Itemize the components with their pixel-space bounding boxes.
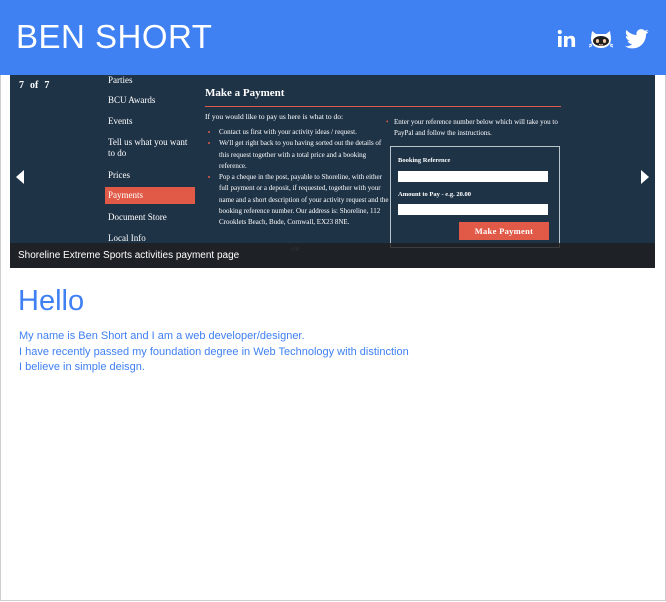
slide-sidebar-item: BCU Awards — [108, 95, 156, 105]
slide-sidebar-item: to do — [108, 148, 127, 158]
make-payment-button: Make Payment — [459, 222, 549, 240]
intro-line: I have recently passed my foundation deg… — [19, 345, 409, 358]
slide-bullets: Contact us first with your activity idea… — [207, 127, 389, 229]
slide-right-note: Enter your reference number below which … — [386, 117, 570, 139]
project-carousel: 7 of 7 Parties BCU Awards Events Tell us w… — [10, 75, 655, 268]
twitter-bird-icon — [625, 29, 649, 49]
intro-line: My name is Ben Short and I am a web deve… — [19, 330, 305, 342]
booking-reference-input — [398, 171, 548, 182]
site-brand[interactable]: BEN SHORT — [16, 18, 212, 56]
slide-title: Make a Payment — [205, 87, 285, 99]
slide-counter: 7 of 7 — [19, 80, 55, 91]
intro-text: My name is Ben Short and I am a web deve… — [19, 329, 409, 376]
linkedin-icon — [557, 29, 576, 47]
slide-intro: If you would like to pay us here is what… — [205, 112, 344, 121]
booking-reference-label: Booking Reference — [398, 157, 451, 164]
slide-counter-current: 7 — [19, 80, 24, 91]
slide-bullet: Contact us first with your activity idea… — [219, 127, 389, 138]
site-header: BEN SHORT — [0, 0, 666, 75]
github-link[interactable] — [589, 28, 613, 50]
slide-sidebar-item: Tell us what you want — [108, 137, 188, 147]
social-links — [557, 26, 649, 52]
carousel-prev-arrow-icon[interactable] — [16, 170, 24, 184]
slide-counter-of: of — [30, 80, 39, 91]
slide-sidebar-item-active: Payments — [105, 187, 195, 204]
slide-sidebar-item: Prices — [108, 170, 130, 180]
slide-bullet: We'll get right back to you having sorte… — [219, 138, 389, 172]
twitter-link[interactable] — [625, 29, 649, 49]
intro-heading: Hello — [18, 285, 85, 317]
github-octocat-icon — [589, 31, 613, 48]
slide-counter-total: 7 — [44, 80, 50, 91]
slide-payment-form: Booking Reference Amount to Pay - e.g. 2… — [390, 146, 560, 248]
carousel-caption: Shoreline Extreme Sports activities paym… — [10, 243, 655, 268]
slide-sidebar-item: Parties — [108, 75, 133, 85]
intro-line: I believe in simple deisgn. — [19, 361, 145, 373]
amount-label: Amount to Pay - e.g. 20.00 — [398, 191, 471, 198]
linkedin-link[interactable] — [557, 29, 577, 49]
slide-bullet: Pop a cheque in the post, payable to Sho… — [219, 172, 389, 228]
slide-sidebar-item: Document Store — [108, 212, 167, 222]
slide-divider — [205, 106, 561, 107]
carousel-next-arrow-icon[interactable] — [641, 170, 649, 184]
amount-input — [398, 204, 548, 215]
slide-sidebar-item: Events — [108, 116, 133, 126]
